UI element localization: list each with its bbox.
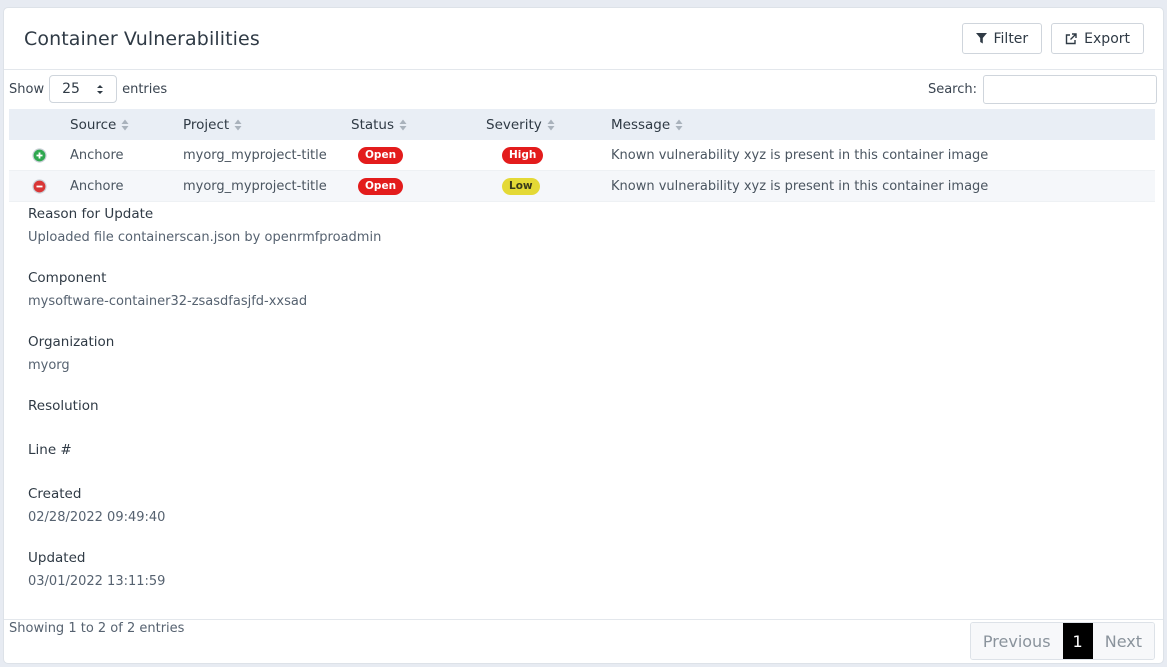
status-badge: Open xyxy=(358,146,404,164)
detail-component: Component mysoftware-container32-zsasdfa… xyxy=(28,269,381,333)
cell-message: Known vulnerability xyz is present in th… xyxy=(611,147,989,163)
expand-icon xyxy=(32,147,47,163)
cell-project: myorg_myproject-title xyxy=(183,147,327,163)
table-header: Source Project Status Severity Message xyxy=(9,109,1155,140)
entries-select[interactable]: 25 xyxy=(49,75,118,103)
detail-label: Updated xyxy=(28,550,86,566)
sort-icon xyxy=(399,119,407,130)
detail-value: 03/01/2022 13:11:59 xyxy=(28,574,166,589)
column-header-severity[interactable]: Severity xyxy=(486,117,611,133)
table-row[interactable]: Anchore myorg_myproject-title Open High … xyxy=(9,140,1155,171)
detail-value: 02/28/2022 09:49:40 xyxy=(28,510,166,525)
entries-label: entries xyxy=(122,81,168,97)
external-link-icon xyxy=(1065,32,1077,44)
filter-button[interactable]: Filter xyxy=(961,23,1043,54)
severity-badge: Low xyxy=(502,177,540,195)
status-badge: Open xyxy=(358,177,404,195)
card-header: Container Vulnerabilities Filter Export xyxy=(4,8,1163,70)
cell-status: Open xyxy=(351,177,486,195)
page-title: Container Vulnerabilities xyxy=(24,27,260,50)
header-actions: Filter Export xyxy=(961,23,1144,54)
column-label: Project xyxy=(183,116,230,133)
detail-value: mysoftware-container32-zsasdfasjfd-xxsad xyxy=(28,294,308,309)
detail-created: Created 02/28/2022 09:49:40 xyxy=(28,485,381,549)
search-input[interactable] xyxy=(983,74,1157,104)
filter-label: Filter xyxy=(993,30,1029,47)
cell-status: Open xyxy=(351,146,486,164)
entries-value: 25 xyxy=(62,81,80,97)
export-button[interactable]: Export xyxy=(1051,23,1144,54)
page-button-1[interactable]: 1 xyxy=(1062,623,1093,659)
column-label: Source xyxy=(70,116,117,133)
collapse-icon xyxy=(32,178,47,194)
detail-value: Uploaded file containerscan.json by open… xyxy=(28,230,382,245)
severity-badge: High xyxy=(502,146,544,164)
column-header-source[interactable]: Source xyxy=(70,117,183,133)
cell-message: Known vulnerability xyz is present in th… xyxy=(611,178,989,194)
table-controls: Show 25 entries Search: xyxy=(4,71,1163,107)
search-label: Search: xyxy=(927,81,977,97)
detail-updated: Updated 03/01/2022 13:11:59 xyxy=(28,549,381,613)
detail-label: Line # xyxy=(28,442,72,458)
detail-line-number: Line # xyxy=(28,441,381,485)
cell-source: Anchore xyxy=(70,178,124,194)
column-label: Status xyxy=(351,116,395,133)
vulnerabilities-table: Source Project Status Severity Message A… xyxy=(9,109,1155,202)
pagination: Previous 1 Next xyxy=(969,622,1155,660)
sort-icon xyxy=(675,119,683,130)
filter-icon xyxy=(975,33,987,44)
select-arrows-icon xyxy=(97,84,104,94)
detail-value: myorg xyxy=(28,358,70,373)
search-box: Search: xyxy=(927,74,1157,104)
column-header-message[interactable]: Message xyxy=(611,117,1155,133)
cell-project: myorg_myproject-title xyxy=(183,178,327,194)
row-details: Reason for Update Uploaded file containe… xyxy=(28,205,381,613)
table-row[interactable]: Anchore myorg_myproject-title Open Low K… xyxy=(9,171,1155,202)
detail-resolution: Resolution xyxy=(28,397,381,441)
sort-icon xyxy=(547,119,555,130)
detail-label: Organization xyxy=(28,334,115,350)
export-label: Export xyxy=(1084,30,1130,47)
detail-organization: Organization myorg xyxy=(28,333,381,397)
sort-icon xyxy=(121,119,129,130)
sort-icon xyxy=(234,119,242,130)
detail-label: Resolution xyxy=(28,398,99,414)
cell-source: Anchore xyxy=(70,147,124,163)
entries-length: Show 25 entries xyxy=(9,75,167,103)
detail-label: Reason for Update xyxy=(28,206,154,222)
previous-button[interactable]: Previous xyxy=(970,623,1063,659)
show-label: Show xyxy=(9,81,45,97)
column-label: Severity xyxy=(486,116,542,133)
column-label: Message xyxy=(611,116,671,133)
footer-divider xyxy=(4,619,1163,620)
detail-reason-for-update: Reason for Update Uploaded file containe… xyxy=(28,205,381,269)
collapse-row-control[interactable] xyxy=(9,178,70,194)
column-header-status[interactable]: Status xyxy=(351,117,486,133)
expand-row-control[interactable] xyxy=(9,147,70,163)
detail-label: Component xyxy=(28,270,107,286)
detail-label: Created xyxy=(28,486,82,502)
table-info: Showing 1 to 2 of 2 entries xyxy=(9,621,185,636)
cell-severity: Low xyxy=(486,177,611,195)
next-button[interactable]: Next xyxy=(1092,623,1154,659)
vulnerabilities-card: Container Vulnerabilities Filter Export … xyxy=(3,7,1164,664)
column-header-project[interactable]: Project xyxy=(183,117,351,133)
cell-severity: High xyxy=(486,146,611,164)
